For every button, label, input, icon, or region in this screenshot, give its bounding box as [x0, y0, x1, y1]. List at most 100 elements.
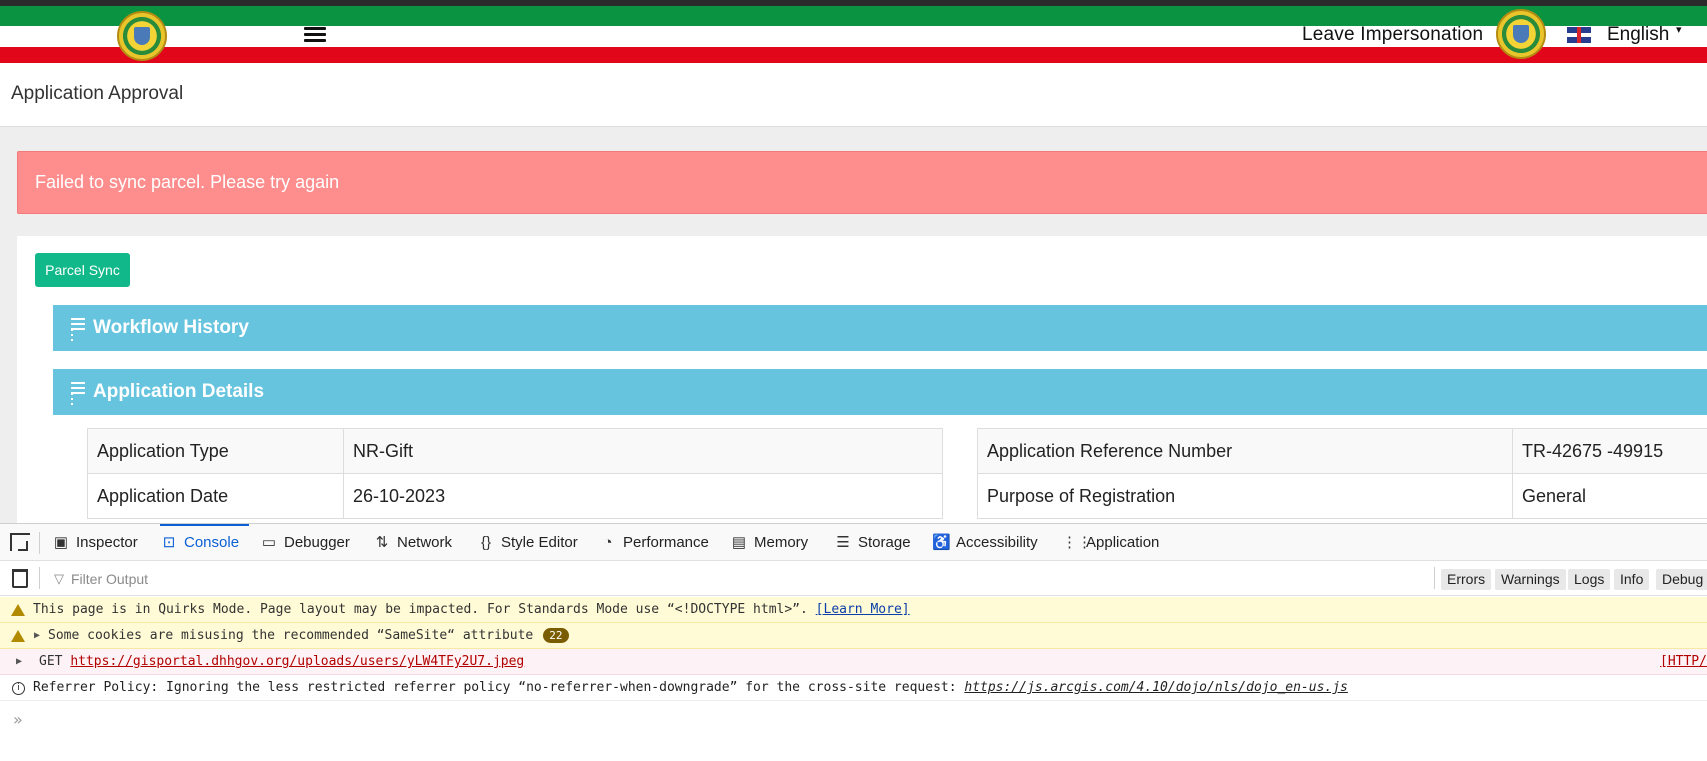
page-header: Application Approval	[0, 64, 1707, 127]
tab-label: Console	[184, 534, 240, 551]
tab-accessibility[interactable]: ♿ Accessibility	[932, 524, 1038, 561]
performance-icon: ◔	[603, 534, 613, 551]
alert-message: Failed to sync parcel. Please try again	[35, 172, 340, 192]
console-message-get[interactable]: ▶ GET https://gisportal.dhhgov.org/uploa…	[0, 649, 1707, 675]
referrer-text: Referrer Policy: Ignoring the less restr…	[33, 680, 957, 695]
console-filter-bar: ▽ Errors Warnings Logs Info Debug	[0, 561, 1707, 596]
memory-icon: ▤	[731, 534, 747, 551]
style-editor-icon: {}	[480, 534, 492, 551]
detail-value: TR-42675 -49915	[1512, 428, 1707, 474]
language-selector[interactable]: English	[1607, 24, 1669, 46]
console-message-referrer: i Referrer Policy: Ignoring the less res…	[0, 675, 1707, 701]
repeat-count-badge: 22	[543, 628, 569, 643]
quirks-text: This page is in Quirks Mode. Page layout…	[33, 602, 808, 617]
tab-label: Memory	[754, 534, 809, 551]
list-icon	[71, 382, 85, 394]
main-content: Failed to sync parcel. Please try again …	[0, 127, 1707, 536]
leave-impersonation-link[interactable]: Leave Impersonation	[1302, 24, 1483, 46]
debugger-icon: ▭	[261, 534, 277, 551]
user-avatar[interactable]	[1496, 9, 1546, 59]
chevron-down-icon[interactable]: ▾	[1676, 23, 1682, 36]
workflow-history-header[interactable]: Workflow History	[53, 305, 1707, 351]
detail-label: Application Type	[87, 428, 344, 474]
warning-icon	[11, 630, 25, 642]
application-details-header[interactable]: Application Details	[53, 369, 1707, 415]
filter-debug-button[interactable]: Debug	[1656, 569, 1707, 590]
tab-memory[interactable]: ▤ Memory	[730, 524, 808, 561]
tab-label: Accessibility	[956, 534, 1038, 551]
workflow-history-title: Workflow History	[93, 317, 249, 338]
accessibility-icon: ♿	[932, 534, 951, 551]
emblem-logo[interactable]	[117, 11, 167, 61]
network-icon: ⇅	[375, 534, 389, 551]
tab-performance[interactable]: ◔ Performance	[599, 524, 709, 561]
flag-green-stripe	[0, 6, 1707, 26]
filter-icon: ▽	[54, 571, 64, 586]
tab-console[interactable]: ⊡ Console	[160, 524, 250, 561]
info-icon: i	[12, 682, 25, 695]
detail-label: Purpose of Registration	[977, 473, 1513, 519]
approval-card: Parcel Sync Workflow History Application…	[17, 236, 1707, 536]
list-icon	[71, 318, 85, 330]
filter-errors-button[interactable]: Errors	[1441, 569, 1492, 590]
request-url-link[interactable]: https://gisportal.dhhgov.org/uploads/use…	[70, 654, 524, 669]
menu-toggle-icon[interactable]	[304, 27, 326, 43]
tab-application[interactable]: ⋮⋮Application	[1062, 524, 1159, 561]
tab-label: Application	[1086, 534, 1160, 551]
console-message-cookies[interactable]: ▶ Some cookies are misusing the recommen…	[0, 623, 1707, 649]
filter-warnings-button[interactable]: Warnings	[1495, 569, 1566, 590]
tab-label: Performance	[623, 534, 709, 551]
details-table-right: Application Reference Number TR-42675 -4…	[977, 428, 1707, 519]
console-icon: ⊡	[162, 534, 176, 551]
table-row: Purpose of Registration General	[977, 473, 1707, 519]
tab-style-editor[interactable]: {} Style Editor	[477, 524, 578, 561]
tab-storage[interactable]: ☰ Storage	[834, 524, 911, 561]
filter-output-input[interactable]	[71, 569, 571, 589]
details-table-left: Application Type NR-Gift Application Dat…	[87, 428, 943, 519]
uk-flag-icon	[1567, 27, 1591, 43]
inspector-icon: ▣	[53, 534, 69, 551]
devtools-panel: ▣ Inspector ⊡ Console ▭ Debugger ⇅ Network {…	[0, 523, 1707, 761]
tab-label: Storage	[858, 534, 911, 551]
expand-triangle-icon[interactable]: ▶	[34, 623, 40, 648]
top-header: Leave Impersonation English ▾	[0, 0, 1707, 64]
error-alert: Failed to sync parcel. Please try again	[17, 151, 1707, 214]
table-row: Application Reference Number TR-42675 -4…	[977, 428, 1707, 474]
tab-debugger[interactable]: ▭ Debugger	[260, 524, 350, 561]
detail-label: Application Reference Number	[977, 428, 1513, 474]
referrer-url-link[interactable]: https://js.arcgis.com/4.10/dojo/nls/dojo…	[964, 680, 1348, 695]
divider	[39, 532, 40, 554]
flag-red-stripe	[0, 47, 1707, 63]
cookies-text: Some cookies are misusing the recommende…	[48, 628, 534, 643]
page-title: Application Approval	[11, 83, 184, 104]
divider	[1434, 567, 1435, 589]
filter-logs-button[interactable]: Logs	[1568, 569, 1611, 590]
filter-info-button[interactable]: Info	[1614, 569, 1650, 590]
table-row: Application Type NR-Gift	[87, 428, 943, 474]
message-text: Referrer Policy: Ignoring the less restr…	[33, 675, 1348, 700]
warning-icon	[11, 604, 25, 616]
trash-icon[interactable]	[12, 569, 28, 588]
tab-label: Debugger	[284, 534, 350, 551]
message-text: Some cookies are misusing the recommende…	[48, 623, 569, 648]
detail-value: General	[1512, 473, 1707, 519]
storage-icon: ☰	[836, 534, 850, 551]
message-text: This page is in Quirks Mode. Page layout…	[33, 597, 910, 622]
application-details-title: Application Details	[93, 381, 265, 402]
table-row: Application Date 26-10-2023	[87, 473, 943, 519]
tab-network[interactable]: ⇅ Network	[373, 524, 452, 561]
detail-label: Application Date	[87, 473, 344, 519]
divider	[39, 567, 40, 589]
detail-value: 26-10-2023	[343, 473, 943, 519]
element-picker-icon[interactable]	[10, 533, 30, 551]
parcel-sync-button[interactable]: Parcel Sync	[35, 253, 130, 287]
http-status-link[interactable]: [HTTP/	[1660, 649, 1707, 674]
console-message-quirks: This page is in Quirks Mode. Page layout…	[0, 597, 1707, 623]
detail-value: NR-Gift	[343, 428, 943, 474]
learn-more-link[interactable]: [Learn More]	[816, 602, 910, 617]
expand-triangle-icon[interactable]: ▶	[16, 649, 22, 674]
console-prompt-icon[interactable]: »	[13, 710, 23, 729]
tab-label: Inspector	[76, 534, 138, 551]
tab-label: Network	[397, 534, 453, 551]
tab-inspector[interactable]: ▣ Inspector	[52, 524, 138, 561]
